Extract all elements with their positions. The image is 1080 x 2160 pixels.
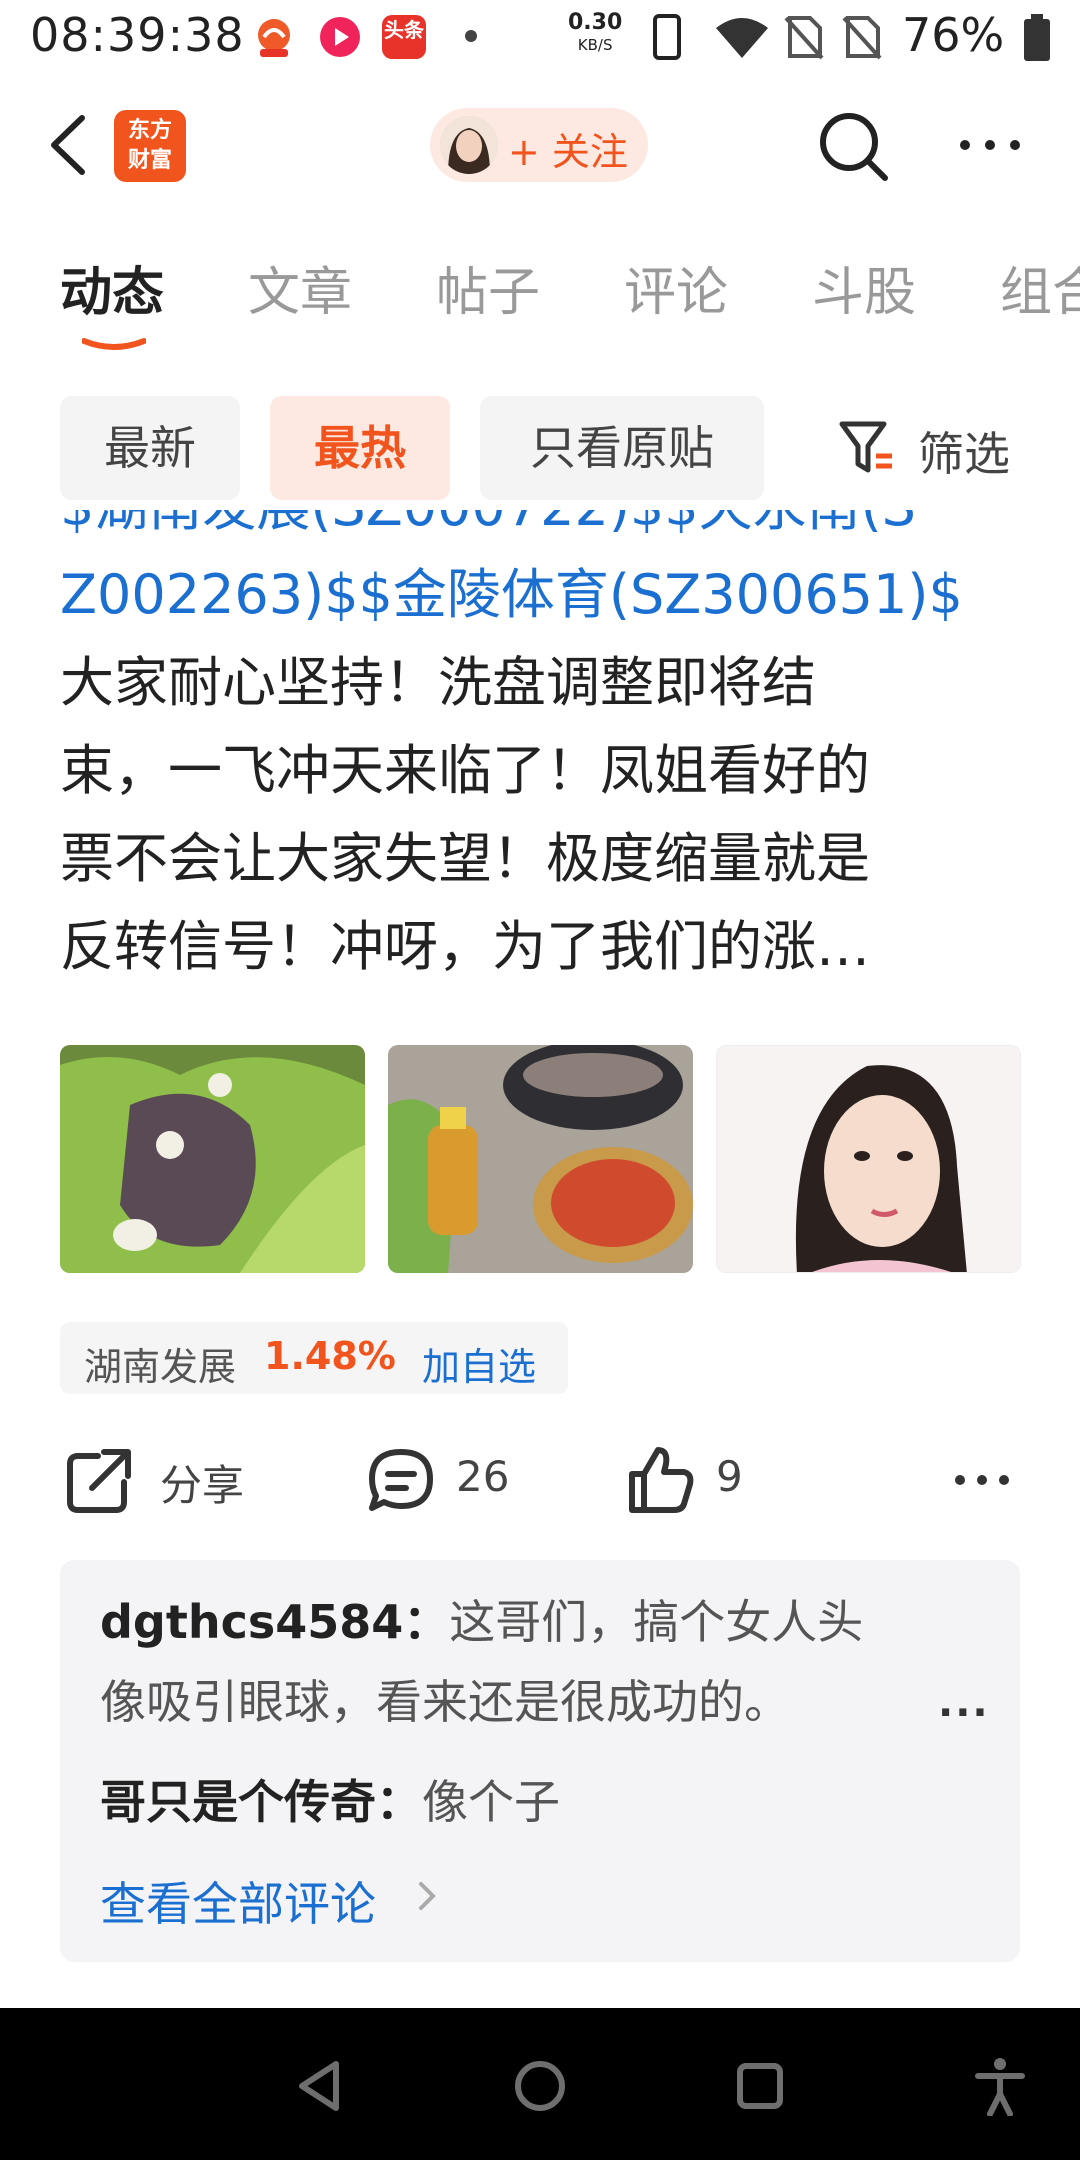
tab-stock-battle[interactable]: 斗股 bbox=[812, 250, 916, 325]
battery-percent: 76% bbox=[902, 8, 1005, 62]
system-nav-bar bbox=[0, 2008, 1080, 2160]
share-label: 分享 bbox=[160, 1461, 245, 1510]
stock-tag[interactable]: 湖南发展 1.48% 加自选 bbox=[60, 1322, 568, 1394]
post-line: 反转信号！冲呀，为了我们的涨… bbox=[60, 915, 870, 978]
video-app-icon bbox=[318, 15, 362, 59]
toutiao-icon: 头条 bbox=[382, 15, 426, 59]
notification-dot bbox=[465, 30, 477, 42]
post-content[interactable]: $湖南发展(SZ000722)$$天永南(S Z002263)$$金陵体育(SZ… bbox=[0, 510, 1080, 1005]
filter-button[interactable]: 筛选 bbox=[838, 410, 1028, 486]
stock-tag-name: 湖南发展 bbox=[84, 1345, 237, 1389]
tab-portfolio[interactable]: 组合 bbox=[1000, 250, 1080, 325]
more-icon bbox=[955, 1475, 1009, 1485]
tab-posts[interactable]: 帖子 bbox=[436, 250, 540, 325]
view-all-comments-link[interactable]: 查看全部评论 bbox=[100, 1868, 376, 1934]
back-button[interactable] bbox=[40, 110, 100, 180]
post-line: 大家耐心坚持！洗盘调整即将结 bbox=[60, 651, 816, 714]
post-image-3[interactable] bbox=[716, 1045, 1021, 1273]
post-line: 束，一飞冲天来临了！凤姐看好的 bbox=[60, 739, 870, 802]
tab-articles[interactable]: 文章 bbox=[248, 250, 352, 325]
tabs-row: 动态 文章 帖子 评论 斗股 组合 bbox=[0, 250, 1080, 340]
post-line-stocks-1[interactable]: $湖南发展(SZ000722)$$天永南(S bbox=[60, 510, 916, 551]
thumbs-up-icon bbox=[629, 1447, 694, 1513]
post-line-stocks-2[interactable]: Z002263)$$金陵体育(SZ300651)$ bbox=[60, 551, 963, 639]
post-line: 票不会让大家失望！极度缩量就是 bbox=[60, 827, 870, 890]
comment-item: dgthcs4584：这哥们，搞个女人头 bbox=[100, 1582, 863, 1662]
filter-latest[interactable]: 最新 bbox=[60, 396, 240, 500]
no-sim-icon-2 bbox=[842, 14, 882, 64]
nav-recents-button[interactable] bbox=[730, 2056, 790, 2116]
search-button[interactable] bbox=[815, 108, 891, 184]
comment-item-continued: 像吸引眼球，看来还是很成功的。 bbox=[100, 1675, 790, 1729]
tab-indicator bbox=[81, 336, 147, 350]
filter-label: 筛选 bbox=[918, 427, 1010, 481]
tab-comments[interactable]: 评论 bbox=[624, 250, 728, 325]
comment-text: 像个子 bbox=[422, 1775, 560, 1829]
tab-dynamic[interactable]: 动态 bbox=[60, 250, 164, 325]
comment-more-indicator: ... bbox=[938, 1680, 990, 1726]
comments-preview[interactable]: dgthcs4584：这哥们，搞个女人头 像吸引眼球，看来还是很成功的。 ...… bbox=[60, 1560, 1020, 1962]
comment-user[interactable]: dgthcs4584： bbox=[100, 1595, 449, 1649]
comment-user[interactable]: 哥只是个传奇： bbox=[100, 1775, 422, 1829]
more-options-button[interactable] bbox=[955, 120, 1025, 170]
follow-button[interactable]: + 关注 bbox=[430, 108, 648, 182]
share-icon bbox=[67, 1449, 131, 1513]
eastmoney-logo: 东方 财富 bbox=[114, 110, 186, 182]
comment-button[interactable]: 26 bbox=[366, 1440, 526, 1520]
toutiao-icon-label: 头条 bbox=[384, 18, 424, 42]
share-button[interactable]: 分享 bbox=[64, 1440, 264, 1520]
post-more-button[interactable] bbox=[952, 1440, 1012, 1520]
sina-finance-icon bbox=[252, 15, 296, 59]
status-time: 08:39:38 bbox=[30, 8, 245, 62]
chevron-right-icon bbox=[419, 1882, 436, 1910]
comment-count: 26 bbox=[456, 1452, 510, 1501]
net-speed: 0.30 KB/S bbox=[568, 12, 622, 56]
net-speed-value: 0.30 bbox=[568, 10, 623, 35]
like-count: 9 bbox=[716, 1452, 743, 1501]
filter-original-only[interactable]: 只看原贴 bbox=[480, 396, 764, 500]
stock-tag-change: 1.48% bbox=[264, 1334, 396, 1378]
avatar bbox=[440, 116, 498, 174]
nav-back-button[interactable] bbox=[290, 2056, 350, 2116]
comment-icon bbox=[369, 1449, 433, 1511]
add-to-watchlist-button[interactable]: 加自选 bbox=[422, 1336, 536, 1391]
follow-label: + 关注 bbox=[508, 130, 628, 174]
comment-item: 哥只是个传奇：像个子 bbox=[100, 1762, 560, 1842]
wifi-icon bbox=[714, 16, 770, 62]
logo-line1: 东方 bbox=[127, 118, 172, 143]
filter-icon bbox=[839, 421, 892, 473]
no-sim-icon bbox=[784, 14, 824, 64]
status-bar: 08:39:38 头条 0.30 KB/S 76% bbox=[0, 0, 1080, 78]
comment-text: 这哥们，搞个女人头 bbox=[449, 1595, 864, 1649]
like-button[interactable]: 9 bbox=[626, 1440, 766, 1520]
nav-home-button[interactable] bbox=[510, 2056, 570, 2116]
post-image-2[interactable] bbox=[388, 1045, 693, 1273]
filter-hottest[interactable]: 最热 bbox=[270, 396, 450, 500]
phone-icon bbox=[652, 14, 682, 64]
accessibility-button[interactable] bbox=[970, 2056, 1030, 2117]
post-image-1[interactable] bbox=[60, 1045, 365, 1273]
net-speed-unit: KB/S bbox=[577, 36, 613, 54]
logo-line2: 财富 bbox=[127, 148, 172, 173]
battery-icon bbox=[1022, 14, 1052, 66]
